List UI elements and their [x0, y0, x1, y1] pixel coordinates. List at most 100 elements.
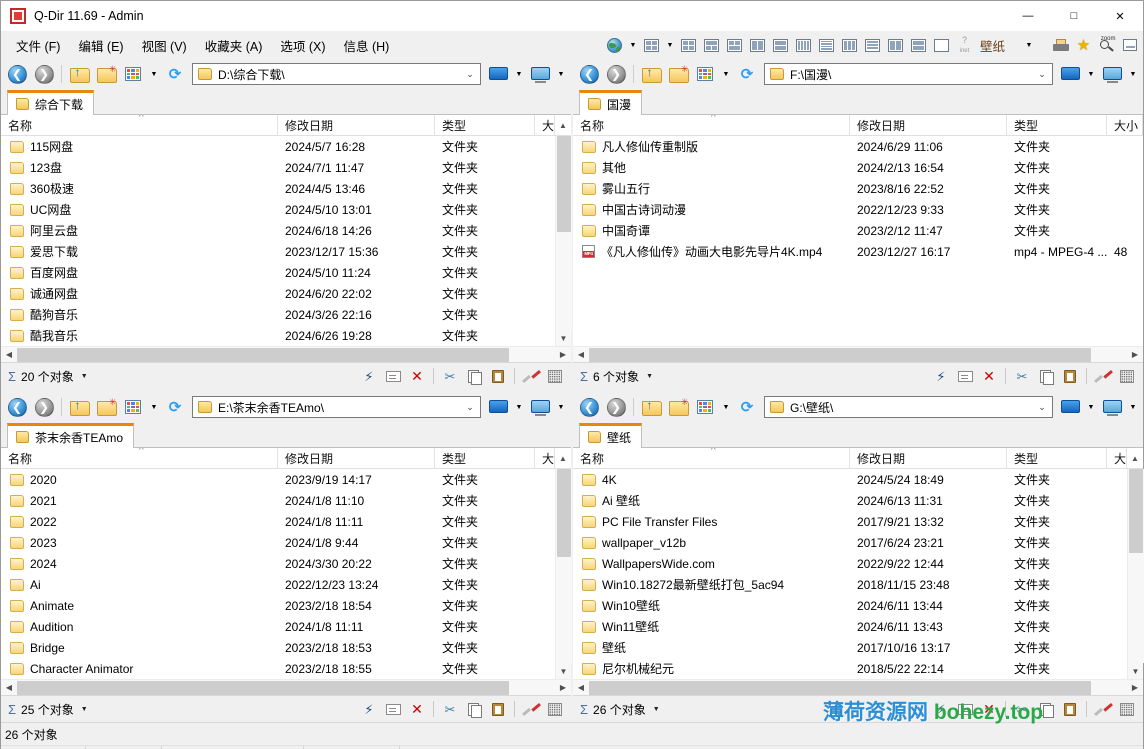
table-row[interactable]: 中国古诗词动漫2022/12/23 9:33文件夹 — [573, 199, 1127, 220]
pane-3-rename-button[interactable] — [381, 698, 405, 720]
pane-2-cut-button[interactable]: ✂ — [1010, 365, 1034, 387]
layout-two-top-one-bottom-button[interactable] — [723, 33, 746, 57]
pane-2-views-dropdown[interactable]: ▼ — [719, 62, 733, 86]
table-row[interactable]: 阿里云盘2024/6/18 14:26文件夹 — [1, 220, 555, 241]
pane-3-scroll-up-arrow[interactable]: ▲ — [555, 454, 571, 463]
pane-1-cut-button[interactable]: ✂ — [438, 365, 462, 387]
pane-4-forward-button[interactable]: ❯ — [603, 394, 629, 420]
pane-2-rename-button[interactable] — [953, 365, 977, 387]
pane-4-screen-dropdown[interactable]: ▼ — [1084, 395, 1098, 419]
table-row[interactable]: 360极速2024/4/5 13:46文件夹 — [1, 178, 555, 199]
table-row[interactable]: 123盘2024/7/1 11:47文件夹 — [1, 157, 555, 178]
table-row[interactable]: Character Animator2023/2/18 18:55文件夹 — [1, 658, 555, 679]
pane-1-paste-button[interactable] — [486, 365, 510, 387]
table-row[interactable]: Bridge2023/2/18 18:53文件夹 — [1, 637, 555, 658]
pane-2-screen-dropdown[interactable]: ▼ — [1084, 62, 1098, 86]
table-row[interactable]: UC网盘2024/5/10 13:01文件夹 — [1, 199, 555, 220]
pane-2-forward-button[interactable]: ❯ — [603, 61, 629, 87]
pane-3-forward-button[interactable]: ❯ — [31, 394, 57, 420]
pane-4-rename-button[interactable] — [953, 698, 977, 720]
minimize-button[interactable]: — — [1005, 1, 1051, 31]
pane-3-views-button[interactable] — [120, 394, 146, 420]
pane-4-address-bar[interactable]: G:\壁纸\ ⌄ — [764, 396, 1053, 418]
column-header-type[interactable]: 类型 — [1007, 448, 1107, 469]
scroll-track[interactable] — [589, 347, 1127, 363]
pane-3-copy-button[interactable] — [462, 698, 486, 720]
scroll-track[interactable] — [17, 347, 555, 363]
pane-2-back-button[interactable]: ❮ — [576, 61, 602, 87]
pane-3-cut-button[interactable]: ✂ — [438, 698, 462, 720]
table-row[interactable]: 百度网盘2024/5/10 11:24文件夹 — [1, 262, 555, 283]
table-row[interactable]: 20242024/3/30 20:22文件夹 — [1, 553, 555, 574]
pane-4-scroll-up-arrow[interactable]: ▲ — [1127, 454, 1143, 463]
pane-4-views-dropdown[interactable]: ▼ — [719, 395, 733, 419]
table-row[interactable]: 20212024/1/8 11:10文件夹 — [1, 490, 555, 511]
scroll-thumb[interactable] — [17, 348, 509, 362]
table-row[interactable]: PC File Transfer Files2017/9/21 13:32文件夹 — [573, 511, 1127, 532]
scroll-down-arrow[interactable]: ▼ — [1128, 663, 1144, 679]
chevron-down-icon[interactable]: ⌄ — [462, 69, 478, 80]
quick-access-label[interactable]: 壁纸 — [976, 36, 1009, 55]
menu-edit[interactable]: 编辑 (E) — [69, 32, 132, 59]
layout-one-top-two-bottom-button[interactable] — [700, 33, 723, 57]
pane-4-tab[interactable]: 壁纸 — [579, 423, 642, 448]
scroll-right-arrow[interactable]: ▶ — [1127, 680, 1143, 696]
menu-file[interactable]: 文件 (F) — [7, 32, 69, 59]
table-row[interactable]: Audition2024/1/8 11:11文件夹 — [1, 616, 555, 637]
pane-2-pen-button[interactable] — [1091, 365, 1115, 387]
column-header-size[interactable]: 大 — [535, 448, 555, 469]
pane-1-address-bar[interactable]: D:\综合下载\ ⌄ — [192, 63, 481, 85]
pane-4-screen-button[interactable] — [1057, 394, 1083, 420]
pane-3-paste-button[interactable] — [486, 698, 510, 720]
pane-1-monitor-dropdown[interactable]: ▼ — [554, 62, 568, 86]
table-row[interactable]: Animate2023/2/18 18:54文件夹 — [1, 595, 555, 616]
pane-3-monitor-button[interactable] — [527, 394, 553, 420]
pane-3-pattern-button[interactable] — [543, 698, 567, 720]
table-row[interactable]: 酷狗音乐2024/3/26 22:16文件夹 — [1, 304, 555, 325]
table-row[interactable]: 中国奇谭2023/2/12 11:47文件夹 — [573, 220, 1127, 241]
pane-2-new-folder-button[interactable] — [665, 61, 691, 87]
column-header-date[interactable]: 修改日期 — [278, 448, 435, 469]
column-header-size[interactable]: 大小 — [1107, 115, 1143, 136]
pane-2-bolt-button[interactable]: ⚡ — [929, 365, 953, 387]
scroll-track[interactable] — [589, 680, 1127, 696]
scroll-down-arrow[interactable]: ▼ — [556, 330, 572, 346]
column-header-date[interactable]: 修改日期 — [850, 115, 1007, 136]
scroll-down-arrow[interactable]: ▼ — [556, 663, 572, 679]
table-row[interactable]: 115网盘2024/5/7 16:28文件夹 — [1, 136, 555, 157]
table-row[interactable]: 尼尔机械纪元2018/5/22 22:14文件夹 — [573, 658, 1127, 679]
pane-1-views-button[interactable] — [120, 61, 146, 87]
pane-1-tab[interactable]: 综合下载 — [7, 90, 94, 115]
scroll-thumb[interactable] — [589, 681, 1091, 695]
status-drive[interactable]: 文档 (G:) — [304, 746, 400, 749]
pane-3-views-dropdown[interactable]: ▼ — [147, 395, 161, 419]
pane-4-views-button[interactable] — [692, 394, 718, 420]
scroll-thumb[interactable] — [557, 136, 571, 232]
pane-3-monitor-dropdown[interactable]: ▼ — [554, 395, 568, 419]
scroll-left-arrow[interactable]: ◀ — [1, 347, 17, 363]
table-row[interactable]: Win10.18272最新壁纸打包_5ac942018/11/15 23:48文… — [573, 574, 1127, 595]
table-row[interactable]: WallpapersWide.com2022/9/22 12:44文件夹 — [573, 553, 1127, 574]
pane-4-delete-button[interactable]: ✕ — [977, 698, 1001, 720]
table-row[interactable]: 20232024/1/8 9:44文件夹 — [1, 532, 555, 553]
layout-four-columns-button[interactable] — [792, 33, 815, 57]
pane-2-vertical-scrollbar[interactable] — [1127, 136, 1143, 346]
menu-info[interactable]: 信息 (H) — [335, 32, 399, 59]
menu-options[interactable]: 选项 (X) — [271, 32, 334, 59]
chevron-down-icon[interactable]: ⌄ — [1034, 402, 1050, 413]
pane-2-pattern-button[interactable] — [1115, 365, 1139, 387]
scroll-thumb[interactable] — [557, 469, 571, 557]
column-header-type[interactable]: 类型 — [435, 115, 535, 136]
chevron-down-icon[interactable]: ▼ — [81, 373, 88, 380]
pane-1-delete-button[interactable]: ✕ — [405, 365, 429, 387]
pane-1-copy-button[interactable] — [462, 365, 486, 387]
layout-quad-2-button[interactable] — [677, 33, 700, 57]
layout-dropdown-arrow[interactable]: ▼ — [663, 33, 677, 57]
scroll-left-arrow[interactable]: ◀ — [1, 680, 17, 696]
menu-view[interactable]: 视图 (V) — [133, 32, 196, 59]
pane-2-up-button[interactable] — [638, 61, 664, 87]
table-row[interactable]: Win11壁纸2024/6/11 13:43文件夹 — [573, 616, 1127, 637]
pane-4-new-folder-button[interactable] — [665, 394, 691, 420]
pane-3-pen-button[interactable] — [519, 698, 543, 720]
globe-dropdown-arrow[interactable]: ▼ — [626, 33, 640, 57]
